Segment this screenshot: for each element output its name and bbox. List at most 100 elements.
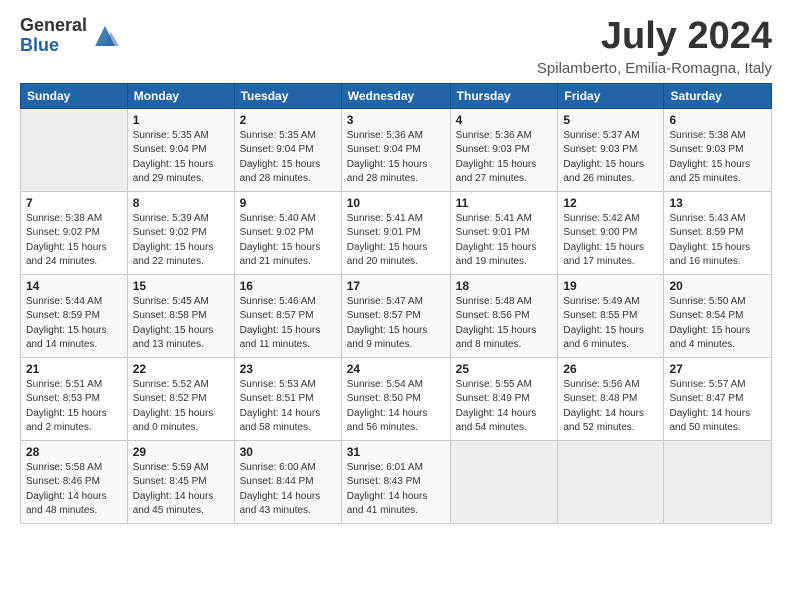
day-number: 12	[563, 196, 658, 210]
day-detail: Sunrise: 6:00 AM Sunset: 8:44 PM Dayligh…	[240, 461, 336, 519]
day-detail: Sunrise: 5:43 AM Sunset: 8:59 PM Dayligh…	[669, 212, 766, 270]
weekday-header-cell: Sunday	[21, 83, 128, 108]
day-detail: Sunrise: 5:42 AM Sunset: 9:00 PM Dayligh…	[563, 212, 658, 270]
day-detail: Sunrise: 5:44 AM Sunset: 8:59 PM Dayligh…	[26, 295, 122, 353]
day-number: 4	[456, 113, 553, 127]
calendar-cell: 15 Sunrise: 5:45 AM Sunset: 8:58 PM Dayli…	[127, 274, 234, 357]
calendar-cell: 2 Sunrise: 5:35 AM Sunset: 9:04 PM Daylig…	[234, 108, 341, 191]
day-number: 25	[456, 362, 553, 376]
day-detail: Sunrise: 5:46 AM Sunset: 8:57 PM Dayligh…	[240, 295, 336, 353]
day-detail: Sunrise: 5:41 AM Sunset: 9:01 PM Dayligh…	[347, 212, 445, 270]
day-number: 24	[347, 362, 445, 376]
calendar-cell: 18 Sunrise: 5:48 AM Sunset: 8:56 PM Dayli…	[450, 274, 558, 357]
day-number: 13	[669, 196, 766, 210]
weekday-header-cell: Monday	[127, 83, 234, 108]
day-number: 8	[133, 196, 229, 210]
calendar-cell: 3 Sunrise: 5:36 AM Sunset: 9:04 PM Daylig…	[341, 108, 450, 191]
weekday-header-row: SundayMondayTuesdayWednesdayThursdayFrid…	[21, 83, 772, 108]
day-detail: Sunrise: 5:57 AM Sunset: 8:47 PM Dayligh…	[669, 378, 766, 436]
day-number: 17	[347, 279, 445, 293]
calendar-cell: 14 Sunrise: 5:44 AM Sunset: 8:59 PM Dayli…	[21, 274, 128, 357]
day-detail: Sunrise: 5:55 AM Sunset: 8:49 PM Dayligh…	[456, 378, 553, 436]
header: General Blue July 2024 Spilamberto, Emil…	[20, 16, 772, 77]
day-number: 27	[669, 362, 766, 376]
day-number: 28	[26, 445, 122, 459]
calendar-week-row: 7Sunrise: 5:38 AM Sunset: 9:02 PM Daylig…	[21, 191, 772, 274]
calendar-cell: 19 Sunrise: 5:49 AM Sunset: 8:55 PM Dayli…	[558, 274, 664, 357]
calendar-cell: 7Sunrise: 5:38 AM Sunset: 9:02 PM Daylig…	[21, 191, 128, 274]
day-number: 20	[669, 279, 766, 293]
location-title: Spilamberto, Emilia-Romagna, Italy	[537, 60, 772, 77]
calendar-cell: 26Sunrise: 5:56 AM Sunset: 8:48 PM Dayli…	[558, 357, 664, 440]
day-detail: Sunrise: 5:41 AM Sunset: 9:01 PM Dayligh…	[456, 212, 553, 270]
calendar-cell: 11Sunrise: 5:41 AM Sunset: 9:01 PM Dayli…	[450, 191, 558, 274]
day-detail: Sunrise: 5:47 AM Sunset: 8:57 PM Dayligh…	[347, 295, 445, 353]
day-number: 14	[26, 279, 122, 293]
day-number: 21	[26, 362, 122, 376]
calendar-week-row: 1 Sunrise: 5:35 AM Sunset: 9:04 PM Daylig…	[21, 108, 772, 191]
day-detail: Sunrise: 5:54 AM Sunset: 8:50 PM Dayligh…	[347, 378, 445, 436]
day-number: 15	[133, 279, 229, 293]
day-number: 10	[347, 196, 445, 210]
day-detail: Sunrise: 5:40 AM Sunset: 9:02 PM Dayligh…	[240, 212, 336, 270]
day-detail: Sunrise: 5:53 AM Sunset: 8:51 PM Dayligh…	[240, 378, 336, 436]
logo-icon	[91, 22, 119, 50]
day-number: 23	[240, 362, 336, 376]
day-detail: Sunrise: 5:45 AM Sunset: 8:58 PM Dayligh…	[133, 295, 229, 353]
calendar-page: General Blue July 2024 Spilamberto, Emil…	[0, 0, 792, 540]
logo-general-text: General	[20, 16, 87, 36]
calendar-cell: 1 Sunrise: 5:35 AM Sunset: 9:04 PM Daylig…	[127, 108, 234, 191]
day-number: 1	[133, 113, 229, 127]
day-number: 31	[347, 445, 445, 459]
calendar-week-row: 14 Sunrise: 5:44 AM Sunset: 8:59 PM Dayli…	[21, 274, 772, 357]
calendar-cell: 24 Sunrise: 5:54 AM Sunset: 8:50 PM Dayli…	[341, 357, 450, 440]
day-detail: Sunrise: 5:49 AM Sunset: 8:55 PM Dayligh…	[563, 295, 658, 353]
day-detail: Sunrise: 5:38 AM Sunset: 9:02 PM Dayligh…	[26, 212, 122, 270]
day-detail: Sunrise: 5:35 AM Sunset: 9:04 PM Dayligh…	[240, 129, 336, 187]
day-number: 26	[563, 362, 658, 376]
day-detail: Sunrise: 5:36 AM Sunset: 9:03 PM Dayligh…	[456, 129, 553, 187]
day-detail: Sunrise: 5:38 AM Sunset: 9:03 PM Dayligh…	[669, 129, 766, 187]
calendar-cell: 25 Sunrise: 5:55 AM Sunset: 8:49 PM Dayli…	[450, 357, 558, 440]
day-number: 9	[240, 196, 336, 210]
day-detail: Sunrise: 5:35 AM Sunset: 9:04 PM Dayligh…	[133, 129, 229, 187]
calendar-cell: 10 Sunrise: 5:41 AM Sunset: 9:01 PM Dayli…	[341, 191, 450, 274]
calendar-week-row: 21 Sunrise: 5:51 AM Sunset: 8:53 PM Dayli…	[21, 357, 772, 440]
calendar-cell: 29Sunrise: 5:59 AM Sunset: 8:45 PM Dayli…	[127, 440, 234, 523]
calendar-cell	[21, 108, 128, 191]
logo-blue-text: Blue	[20, 36, 87, 56]
day-number: 6	[669, 113, 766, 127]
calendar-cell	[664, 440, 772, 523]
calendar-cell: 27 Sunrise: 5:57 AM Sunset: 8:47 PM Dayli…	[664, 357, 772, 440]
weekday-header-cell: Wednesday	[341, 83, 450, 108]
day-number: 29	[133, 445, 229, 459]
calendar-cell: 20Sunrise: 5:50 AM Sunset: 8:54 PM Dayli…	[664, 274, 772, 357]
day-number: 3	[347, 113, 445, 127]
logo: General Blue	[20, 16, 119, 56]
day-number: 2	[240, 113, 336, 127]
calendar-cell: 9 Sunrise: 5:40 AM Sunset: 9:02 PM Daylig…	[234, 191, 341, 274]
day-detail: Sunrise: 6:01 AM Sunset: 8:43 PM Dayligh…	[347, 461, 445, 519]
day-number: 18	[456, 279, 553, 293]
calendar-cell: 4 Sunrise: 5:36 AM Sunset: 9:03 PM Daylig…	[450, 108, 558, 191]
day-detail: Sunrise: 5:36 AM Sunset: 9:04 PM Dayligh…	[347, 129, 445, 187]
calendar-cell	[558, 440, 664, 523]
weekday-header-cell: Friday	[558, 83, 664, 108]
day-detail: Sunrise: 5:37 AM Sunset: 9:03 PM Dayligh…	[563, 129, 658, 187]
calendar-cell: 8Sunrise: 5:39 AM Sunset: 9:02 PM Daylig…	[127, 191, 234, 274]
calendar-cell: 17 Sunrise: 5:47 AM Sunset: 8:57 PM Dayli…	[341, 274, 450, 357]
day-detail: Sunrise: 5:58 AM Sunset: 8:46 PM Dayligh…	[26, 461, 122, 519]
day-number: 22	[133, 362, 229, 376]
day-number: 19	[563, 279, 658, 293]
day-detail: Sunrise: 5:52 AM Sunset: 8:52 PM Dayligh…	[133, 378, 229, 436]
day-number: 16	[240, 279, 336, 293]
calendar-cell: 6 Sunrise: 5:38 AM Sunset: 9:03 PM Daylig…	[664, 108, 772, 191]
calendar-cell: 5Sunrise: 5:37 AM Sunset: 9:03 PM Daylig…	[558, 108, 664, 191]
calendar-cell: 30Sunrise: 6:00 AM Sunset: 8:44 PM Dayli…	[234, 440, 341, 523]
calendar-table: SundayMondayTuesdayWednesdayThursdayFrid…	[20, 83, 772, 524]
weekday-header-cell: Thursday	[450, 83, 558, 108]
day-detail: Sunrise: 5:51 AM Sunset: 8:53 PM Dayligh…	[26, 378, 122, 436]
calendar-cell: 23 Sunrise: 5:53 AM Sunset: 8:51 PM Dayli…	[234, 357, 341, 440]
calendar-cell: 21 Sunrise: 5:51 AM Sunset: 8:53 PM Dayli…	[21, 357, 128, 440]
day-detail: Sunrise: 5:48 AM Sunset: 8:56 PM Dayligh…	[456, 295, 553, 353]
